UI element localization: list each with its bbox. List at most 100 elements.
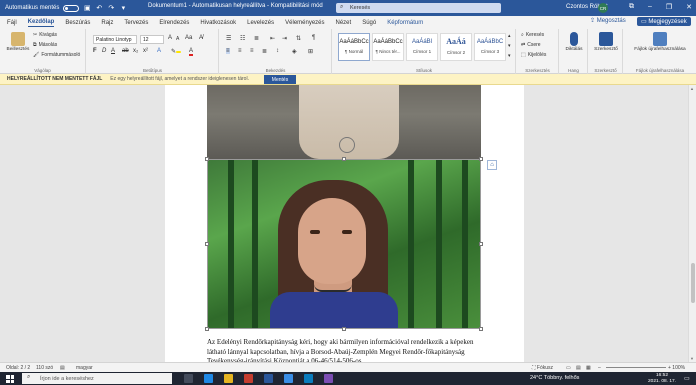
superscript-button[interactable]: x² [143,48,148,54]
underline-button[interactable]: A [111,48,115,54]
minimize-button[interactable]: – [648,3,652,11]
change-case-button[interactable]: Aa [185,35,192,41]
shading-icon[interactable]: ◈ [292,48,297,55]
word-taskbar-icon[interactable] [264,374,273,383]
tab-picture-format[interactable]: Képformátum [387,20,423,26]
reuse-files-button[interactable]: Fájlok újrafelhasználása [632,32,688,53]
paste-button[interactable]: Beillesztés [5,32,31,53]
scroll-up-icon[interactable]: ▲ [690,86,694,91]
borders-icon[interactable]: ⊞ [308,48,313,55]
dictate-button[interactable]: Diktálás [563,32,585,53]
document-paragraph[interactable]: Az Edelényi Rendőrkapitányság kéri, hogy… [207,338,487,362]
show-marks-icon[interactable]: ¶ [312,35,315,41]
save-icon[interactable]: ▣ [83,4,91,12]
replace-button[interactable]: ⇄ Csere [521,42,541,48]
zoom-out-icon[interactable]: – [598,365,601,371]
store-icon[interactable] [284,374,293,383]
save-button[interactable]: Mentés [264,75,296,84]
style-no-spacing[interactable]: AaÁáBbCc ¶ Nincs tér... [372,33,404,61]
resize-handle[interactable] [479,327,483,331]
undo-icon[interactable]: ↶ [95,4,103,12]
scroll-down-icon[interactable]: ▼ [690,356,694,361]
resize-handle[interactable] [342,327,346,331]
app-icon[interactable] [324,374,333,383]
zoom-slider[interactable] [606,367,666,368]
customize-toolbar-icon[interactable]: ▾ [119,4,127,12]
resize-handle[interactable] [205,242,209,246]
tab-draw[interactable]: Rajz [101,20,113,26]
title-search-box[interactable]: ⌕ Keresés [336,3,501,13]
autosave-toggle[interactable] [63,4,80,12]
tab-view[interactable]: Nézet [336,20,352,26]
resize-handle[interactable] [342,157,346,161]
page-count[interactable]: Oldal: 2 / 2 [6,365,30,371]
zoom-level[interactable]: + 100% [668,365,685,371]
image-top[interactable] [207,85,481,159]
align-right-icon[interactable]: ≡ [250,48,254,54]
numbering-icon[interactable]: ☷ [240,35,245,42]
print-layout-icon[interactable]: ▤ [576,365,581,371]
align-left-icon[interactable]: ≡ [226,48,230,54]
ribbon-display-icon[interactable]: ⧉ [629,3,634,11]
clear-format-icon[interactable]: A̸ [199,35,203,41]
text-effects-icon[interactable]: A [157,48,161,54]
resize-handle[interactable] [479,157,483,161]
select-button[interactable]: ⬚ Kijelölés [521,52,546,58]
shrink-font-button[interactable]: A [176,36,179,42]
vertical-scrollbar[interactable]: ▲ ▼ [688,85,696,362]
task-view-icon[interactable] [184,374,193,383]
taskbar-search-box[interactable]: ⌕ Írjon ide a kereséshez [22,373,172,384]
resize-handle[interactable] [479,242,483,246]
justify-icon[interactable]: ≣ [262,48,267,55]
subscript-button[interactable]: x₂ [133,48,138,54]
tab-design[interactable]: Tervezés [124,20,148,26]
tab-home[interactable]: Kezdőlap [27,19,55,27]
style-heading-3[interactable]: AaÁáBbC Címsor 3 [474,33,506,61]
italic-button[interactable]: D [102,48,106,54]
strikethrough-button[interactable]: ab [122,48,129,54]
redo-icon[interactable]: ↷ [107,4,115,12]
tab-help[interactable]: Súgó [362,20,376,26]
grow-font-button[interactable]: A [168,35,172,41]
tab-references[interactable]: Hivatkozások [200,20,236,26]
format-painter-button[interactable]: 🖌 Formátummásoló [33,52,80,58]
decrease-indent-icon[interactable]: ⇤ [270,35,275,42]
tab-review[interactable]: Véleményezés [285,20,324,26]
style-heading-1[interactable]: AaÁáBl Címsor 1 [406,33,438,61]
find-button[interactable]: ⌕ Keresés [521,32,544,38]
resize-handle[interactable] [205,327,209,331]
font-size-select[interactable]: 12 [140,35,164,44]
styles-scroll-down-icon[interactable]: ▾ [508,43,511,49]
focus-mode-button[interactable]: ⛶ Fókusz [532,365,553,371]
increase-indent-icon[interactable]: ⇥ [282,35,287,42]
line-spacing-icon[interactable]: ↕ [276,48,279,54]
scrollbar-thumb[interactable] [691,263,695,303]
avatar[interactable]: CR [598,3,608,13]
web-layout-icon[interactable]: ▦ [586,365,591,371]
notification-icon[interactable]: ▭ [684,375,690,382]
styles-more-icon[interactable]: ▾ [508,53,511,59]
resize-handle[interactable] [205,157,209,161]
image-portrait[interactable] [207,159,481,329]
bold-button[interactable]: F [93,48,97,54]
bullets-icon[interactable]: ☰ [226,35,231,42]
mail-icon[interactable] [304,374,313,383]
font-color-icon[interactable]: A [189,48,194,56]
tab-insert[interactable]: Beszúrás [65,20,90,26]
start-button[interactable] [6,375,14,383]
word-count[interactable]: 110 szó [36,365,53,371]
style-heading-2[interactable]: AaÁá Címsor 2 [440,33,472,61]
chrome-icon[interactable] [244,374,253,383]
share-button[interactable]: ⇪ Megosztás [590,17,626,24]
style-normal[interactable]: AaÁáBbCc ¶ Normál [338,33,370,61]
tab-layout[interactable]: Elrendezés [159,20,189,26]
sort-icon[interactable]: ⇅ [296,35,301,42]
clock[interactable]: 16:52 2021. 08. 17. [648,373,676,384]
edge-icon[interactable] [204,374,213,383]
proofing-icon[interactable]: ▤ [60,365,65,371]
font-name-select[interactable]: Palatino Linotyp [93,35,137,44]
tab-file[interactable]: Fájl [7,20,17,26]
copy-button[interactable]: ⧉ Másolás [33,42,57,48]
language[interactable]: magyar [76,365,93,371]
tab-mailings[interactable]: Levelezés [247,20,274,26]
